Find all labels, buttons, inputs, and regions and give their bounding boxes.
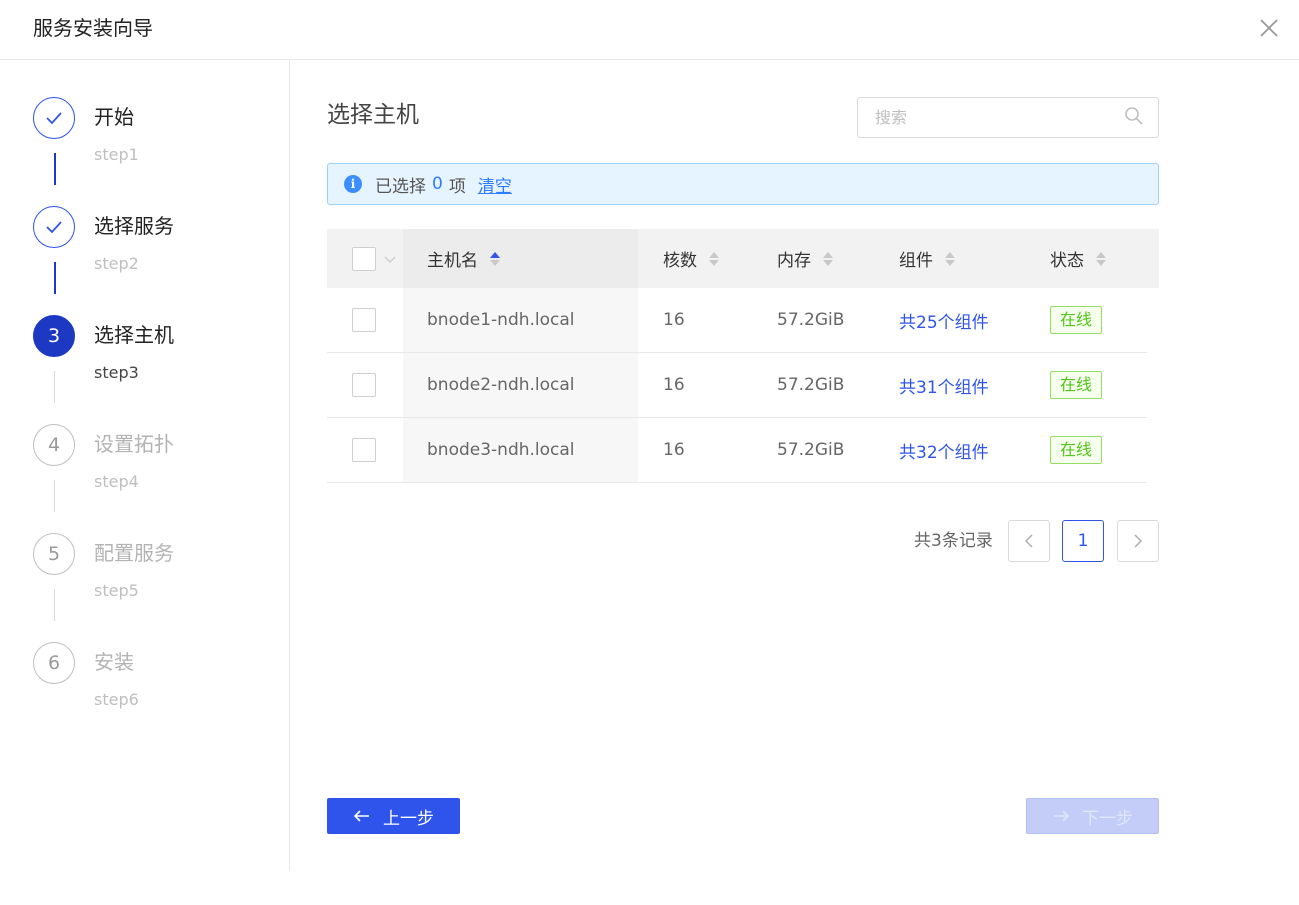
alert-prefix: 已选择 (375, 176, 426, 197)
column-header-components[interactable]: 组件 (899, 229, 955, 288)
page-title: 选择主机 (327, 102, 419, 128)
row-checkbox[interactable] (352, 308, 376, 332)
pagination-next-button[interactable] (1117, 520, 1159, 562)
step-select-service: 选择服务 step2 (33, 206, 283, 316)
info-icon: i (344, 175, 362, 193)
step-title: 安装 (94, 650, 134, 674)
chevron-down-icon[interactable] (384, 249, 396, 269)
step-connector (54, 153, 56, 185)
alert-unit: 项 (448, 176, 466, 197)
step-sub: step2 (94, 254, 139, 273)
hosts-table: 主机名 核数 内存 组件 状态 bnode1-ndh.local 16 57.2… (327, 229, 1159, 483)
step-number: 4 (33, 424, 75, 466)
next-step-label: 下一步 (1082, 808, 1133, 829)
step-sub: step4 (94, 472, 139, 491)
steps-sidebar: 开始 step1 选择服务 step2 3 选择主机 step3 4 设置拓扑 … (0, 60, 290, 870)
column-header-status[interactable]: 状态 (1050, 229, 1106, 288)
dialog-header: 服务安装向导 (0, 0, 1299, 60)
table-row[interactable]: bnode3-ndh.local 16 57.2GiB 共32个组件 在线 (327, 418, 1147, 483)
column-label: 主机名 (427, 251, 478, 271)
components-link[interactable]: 共31个组件 (899, 353, 989, 417)
column-header-host[interactable]: 主机名 (427, 229, 500, 288)
status-badge: 在线 (1050, 436, 1103, 464)
step-connector (54, 371, 55, 403)
components-link[interactable]: 共25个组件 (899, 288, 989, 352)
step-title: 选择服务 (94, 214, 174, 238)
close-icon[interactable] (1255, 14, 1283, 42)
step-title: 设置拓扑 (94, 432, 174, 456)
host-name: bnode3-ndh.local (427, 440, 575, 460)
column-header-memory[interactable]: 内存 (777, 229, 833, 288)
memory-value: 57.2GiB (777, 375, 845, 395)
select-all-cell (352, 229, 396, 288)
step-sub: step1 (94, 145, 139, 164)
column-label: 状态 (1050, 251, 1084, 271)
step-install: 6 安装 step6 (33, 642, 283, 752)
components-link[interactable]: 共32个组件 (899, 418, 989, 482)
host-name: bnode2-ndh.local (427, 375, 575, 395)
step-connector (54, 589, 55, 621)
next-step-button[interactable]: 下一步 (1026, 798, 1159, 834)
step-start: 开始 step1 (33, 97, 283, 207)
status-badge: 在线 (1050, 306, 1103, 334)
column-header-cores[interactable]: 核数 (663, 229, 719, 288)
cores-value: 16 (663, 375, 685, 395)
step-title: 开始 (94, 105, 134, 129)
sort-icon[interactable] (490, 251, 500, 266)
pagination-prev-button[interactable] (1008, 520, 1050, 562)
step-topology: 4 设置拓扑 step4 (33, 424, 283, 534)
pagination-page-button[interactable]: 1 (1062, 520, 1104, 562)
row-checkbox[interactable] (352, 438, 376, 462)
step-connector (54, 480, 55, 512)
search-input[interactable] (875, 108, 1124, 127)
step-number: 3 (33, 315, 75, 357)
step-connector (54, 262, 56, 294)
prev-step-button[interactable]: 上一步 (327, 798, 460, 834)
sort-icon[interactable] (709, 251, 719, 266)
dialog-title: 服务安装向导 (33, 16, 153, 40)
sort-icon[interactable] (1096, 251, 1106, 266)
step-sub: step6 (94, 690, 139, 709)
column-label: 内存 (777, 251, 811, 271)
prev-step-label: 上一步 (383, 808, 434, 829)
check-icon (33, 97, 75, 139)
select-all-checkbox[interactable] (352, 246, 376, 271)
sort-icon[interactable] (823, 251, 833, 266)
chevron-right-icon (1134, 534, 1142, 548)
table-header: 主机名 核数 内存 组件 状态 (327, 229, 1159, 288)
cores-value: 16 (663, 310, 685, 330)
chevron-left-icon (1025, 534, 1033, 548)
pagination-total: 共3条记录 (914, 531, 993, 551)
table-row[interactable]: bnode1-ndh.local 16 57.2GiB 共25个组件 在线 (327, 288, 1147, 353)
step-sub: step5 (94, 581, 139, 600)
status-badge: 在线 (1050, 371, 1103, 399)
step-sub: step3 (94, 363, 139, 382)
step-title: 配置服务 (94, 541, 174, 565)
arrow-left-icon (353, 809, 371, 823)
column-label: 组件 (899, 251, 933, 271)
step-config-service: 5 配置服务 step5 (33, 533, 283, 643)
column-label: 核数 (663, 251, 697, 271)
step-number: 5 (33, 533, 75, 575)
selection-alert: i 已选择 0 项 清空 (327, 163, 1159, 205)
search-icon[interactable] (1124, 106, 1144, 130)
memory-value: 57.2GiB (777, 440, 845, 460)
arrow-right-icon (1052, 809, 1070, 823)
row-checkbox[interactable] (352, 373, 376, 397)
search-box[interactable] (857, 97, 1159, 138)
step-number: 6 (33, 642, 75, 684)
memory-value: 57.2GiB (777, 310, 845, 330)
step-select-host: 3 选择主机 step3 (33, 315, 283, 425)
sort-icon[interactable] (945, 251, 955, 266)
selected-count: 0 (432, 174, 443, 194)
check-icon (33, 206, 75, 248)
step-title: 选择主机 (94, 323, 174, 347)
host-name: bnode1-ndh.local (427, 310, 575, 330)
table-row[interactable]: bnode2-ndh.local 16 57.2GiB 共31个组件 在线 (327, 353, 1147, 418)
cores-value: 16 (663, 440, 685, 460)
clear-selection-link[interactable]: 清空 (478, 172, 512, 197)
